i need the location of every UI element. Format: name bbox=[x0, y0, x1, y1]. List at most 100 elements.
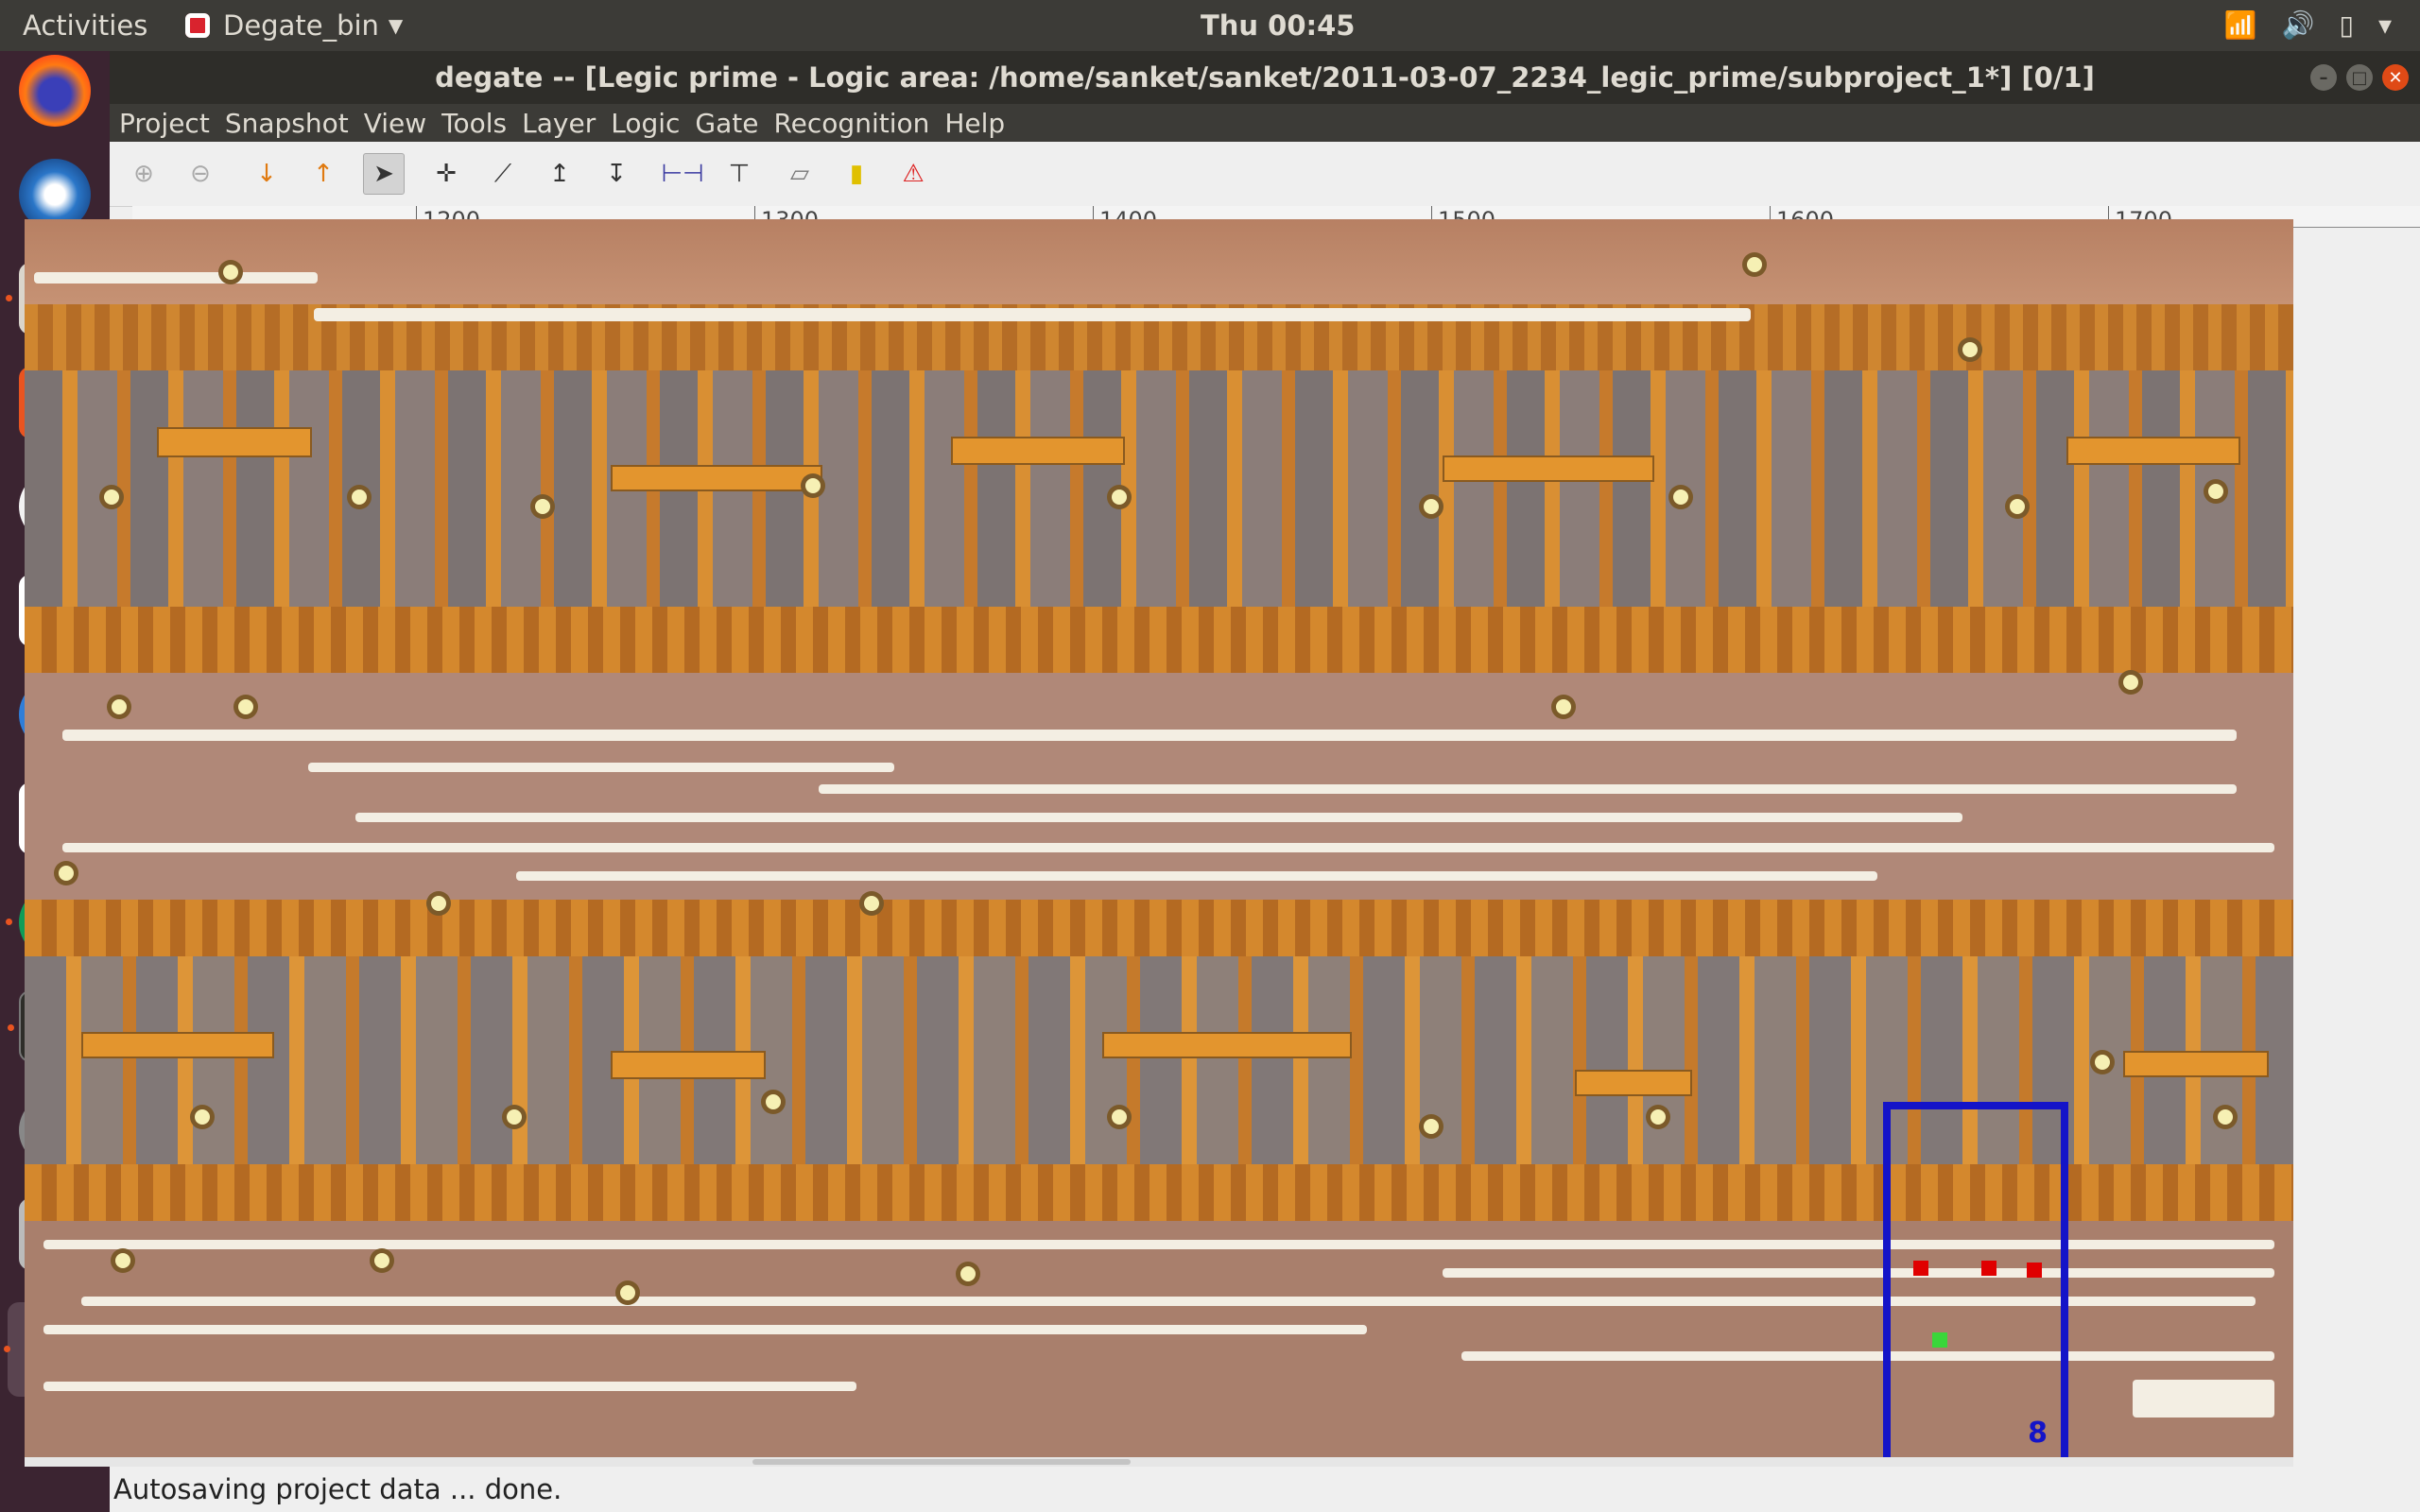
firefox-icon[interactable] bbox=[19, 55, 91, 127]
menu-view[interactable]: View bbox=[364, 108, 426, 139]
via bbox=[2010, 499, 2025, 514]
metal-trace bbox=[355, 813, 1962, 822]
via bbox=[195, 1109, 210, 1125]
metal-trace bbox=[314, 308, 1751, 321]
layer-up-icon[interactable]: ↑ bbox=[302, 153, 344, 195]
power-menu-icon[interactable]: ▾ bbox=[2378, 9, 2392, 41]
menu-tools[interactable]: Tools bbox=[441, 108, 507, 139]
app-menu-label: Degate_bin bbox=[223, 9, 379, 42]
menu-project[interactable]: Project bbox=[119, 108, 210, 139]
gate-template-tool-icon[interactable]: ⊢⊣ bbox=[661, 153, 703, 195]
via bbox=[2218, 1109, 2233, 1125]
volume-icon[interactable]: 🔊 bbox=[2282, 9, 2315, 41]
via bbox=[864, 896, 879, 911]
activities-button[interactable]: Activities bbox=[23, 9, 147, 42]
zoom-in-icon[interactable]: ⊕ bbox=[123, 153, 164, 195]
zoom-out-icon[interactable]: ⊖ bbox=[180, 153, 221, 195]
via bbox=[507, 1109, 522, 1125]
power-rail bbox=[25, 607, 2293, 673]
cell-wire bbox=[2123, 1051, 2269, 1077]
scrollbar-thumb[interactable] bbox=[752, 1459, 1131, 1465]
cell-wire bbox=[2066, 437, 2240, 465]
wifi-icon[interactable]: 📶 bbox=[2224, 9, 2257, 41]
metal-trace bbox=[1443, 1268, 2274, 1278]
cell-wire bbox=[1102, 1032, 1352, 1058]
cell-wire bbox=[611, 465, 822, 491]
metal-trace bbox=[2038, 1351, 2274, 1361]
cell-wire bbox=[611, 1051, 766, 1079]
metal-trace bbox=[62, 730, 2237, 741]
drc-warning-icon[interactable]: ⚠ bbox=[892, 153, 934, 195]
via bbox=[805, 478, 821, 493]
die-image-canvas[interactable]: 8 bbox=[25, 219, 2293, 1457]
via bbox=[1112, 1109, 1127, 1125]
via bbox=[1673, 490, 1688, 505]
wire-tool-icon[interactable]: ⟋ bbox=[482, 153, 524, 195]
metal-trace bbox=[516, 871, 1877, 881]
gate-port[interactable] bbox=[1981, 1261, 1996, 1276]
menu-logic[interactable]: Logic bbox=[611, 108, 680, 139]
via bbox=[59, 866, 74, 881]
menu-recognition[interactable]: Recognition bbox=[773, 108, 929, 139]
via bbox=[112, 699, 127, 714]
power-rail bbox=[25, 900, 2293, 956]
via bbox=[1962, 342, 1978, 357]
move-tool-icon[interactable]: ✛ bbox=[425, 153, 467, 195]
status-bar: Autosaving project data ... done. bbox=[110, 1467, 2420, 1512]
cell-wire bbox=[157, 427, 312, 457]
annotation-tool-icon[interactable]: ▱ bbox=[779, 153, 821, 195]
via bbox=[1747, 257, 1762, 272]
via bbox=[1651, 1109, 1666, 1125]
battery-icon[interactable]: ▯ bbox=[2340, 9, 2354, 41]
via bbox=[535, 499, 550, 514]
via bbox=[1424, 499, 1439, 514]
close-icon[interactable]: ✕ bbox=[2382, 64, 2409, 91]
via bbox=[2123, 675, 2138, 690]
via bbox=[352, 490, 367, 505]
layer-down-icon[interactable]: ↓ bbox=[246, 153, 287, 195]
degate-app-icon bbox=[185, 13, 210, 38]
via bbox=[104, 490, 119, 505]
gate-port[interactable] bbox=[1932, 1332, 1947, 1348]
emarker-tool-icon[interactable]: ⊤ bbox=[718, 153, 760, 195]
menu-help[interactable]: Help bbox=[944, 108, 1005, 139]
via bbox=[1556, 699, 1571, 714]
top-panel: Activities Degate_bin ▼ Thu 00:45 📶 🔊 ▯ … bbox=[0, 0, 2420, 51]
metal-trace bbox=[2133, 1380, 2274, 1418]
horizontal-scrollbar[interactable] bbox=[25, 1457, 2293, 1467]
chevron-down-icon: ▼ bbox=[388, 14, 404, 37]
gate-port[interactable] bbox=[2027, 1263, 2042, 1278]
select-tool-icon[interactable]: ➤ bbox=[363, 153, 405, 195]
selected-gate-box[interactable]: 8 bbox=[1883, 1102, 2068, 1457]
app-menu[interactable]: Degate_bin ▼ bbox=[185, 9, 403, 42]
metal-trace bbox=[819, 784, 2237, 794]
via bbox=[766, 1094, 781, 1109]
via bbox=[374, 1253, 389, 1268]
sticky-note-icon[interactable]: ▮ bbox=[836, 153, 877, 195]
metal-trace bbox=[34, 272, 318, 284]
cell-wire bbox=[1575, 1070, 1692, 1096]
window-titlebar[interactable]: degate -- [Legic prime - Logic area: /ho… bbox=[110, 51, 2420, 104]
via-up-tool-icon[interactable]: ↥ bbox=[539, 153, 580, 195]
menu-layer[interactable]: Layer bbox=[522, 108, 596, 139]
minimize-icon[interactable]: – bbox=[2310, 64, 2337, 91]
via bbox=[620, 1285, 635, 1300]
via bbox=[1112, 490, 1127, 505]
via-down-tool-icon[interactable]: ↧ bbox=[596, 153, 637, 195]
system-tray[interactable]: 📶 🔊 ▯ ▾ bbox=[2224, 9, 2392, 41]
gate-port-count-label: 8 bbox=[2028, 1417, 2048, 1450]
via bbox=[115, 1253, 130, 1268]
via bbox=[238, 699, 253, 714]
window-title: degate -- [Legic prime - Logic area: /ho… bbox=[435, 61, 2095, 94]
menu-gate[interactable]: Gate bbox=[695, 108, 758, 139]
gate-port[interactable] bbox=[1913, 1261, 1928, 1276]
menu-snapshot[interactable]: Snapshot bbox=[225, 108, 349, 139]
toolbar: ⊕ ⊖ ↓ ↑ ➤ ✛ ⟋ ↥ ↧ ⊢⊣ ⊤ ▱ ▮ ⚠ bbox=[110, 142, 2420, 207]
menu-bar: Project Snapshot View Tools Layer Logic … bbox=[110, 104, 2420, 142]
maximize-icon[interactable]: □ bbox=[2346, 64, 2373, 91]
clock[interactable]: Thu 00:45 bbox=[1201, 9, 1355, 42]
status-message: Autosaving project data ... done. bbox=[113, 1473, 562, 1505]
metal-trace bbox=[43, 1325, 1367, 1334]
cell-wire bbox=[81, 1032, 274, 1058]
via bbox=[431, 896, 446, 911]
